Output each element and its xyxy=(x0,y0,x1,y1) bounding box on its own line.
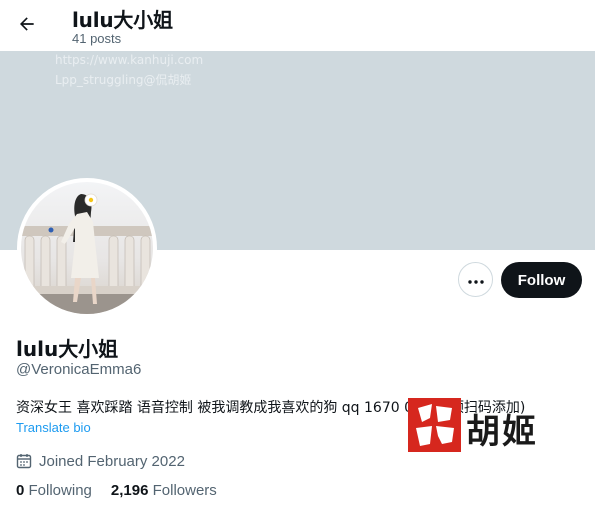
follow-button[interactable]: Follow xyxy=(501,262,582,298)
followers-count: 2,196 xyxy=(110,482,149,499)
watermark-text: 胡姬 xyxy=(466,412,538,452)
back-button[interactable] xyxy=(10,9,44,43)
follow-stats: 0 Following 2,196 Followers xyxy=(16,482,217,499)
arrow-left-icon xyxy=(17,14,37,39)
followers-link[interactable]: 2,196 Followers xyxy=(111,482,217,499)
followers-label: Followers xyxy=(152,482,217,499)
user-handle: @VeronicaEmma6 xyxy=(16,361,142,378)
following-label: Following xyxy=(28,482,92,499)
following-link[interactable]: 0 Following xyxy=(16,482,92,499)
header-title: lulu大小姐 xyxy=(72,8,173,32)
watermark-url: https://www.kanhuji.com xyxy=(55,53,204,67)
more-horizontal-icon xyxy=(467,271,484,289)
calendar-icon xyxy=(16,452,34,470)
following-count: 0 xyxy=(16,482,25,499)
join-date: Joined February 2022 xyxy=(16,451,185,471)
profile-header: lulu大小姐 41 posts xyxy=(0,0,595,51)
watermark-author: Lpp_struggling@侃胡姬 xyxy=(55,73,192,87)
post-count: 41 posts xyxy=(72,31,122,46)
join-date-text: Joined February 2022 xyxy=(39,452,185,470)
avatar[interactable] xyxy=(17,178,157,318)
watermark-seal xyxy=(408,398,461,452)
translate-bio-link[interactable]: Translate bio xyxy=(16,420,91,435)
display-name: lulu大小姐 xyxy=(16,337,119,361)
more-button[interactable] xyxy=(458,262,493,297)
